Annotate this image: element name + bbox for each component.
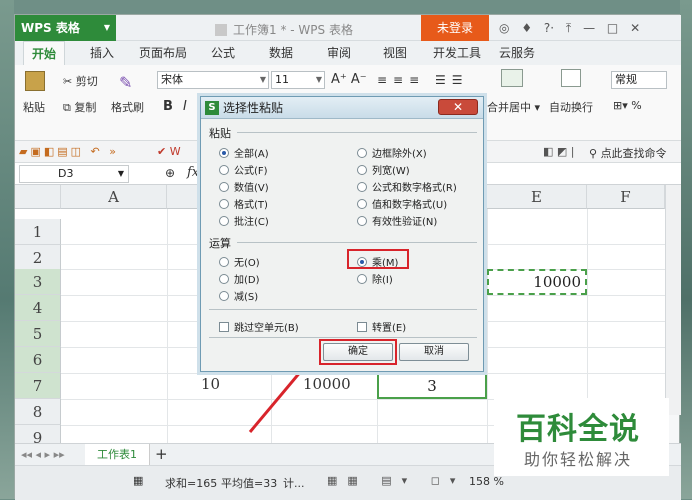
paste-special-dialog: S 选择性粘贴 ✕ 粘贴 全部(A) 公式(F) 数值(V) 格式(T) 批注(…	[200, 96, 484, 372]
paste-validation-option[interactable]: 有效性验证(N)	[357, 213, 437, 228]
divider	[209, 309, 477, 310]
paste-all-except-borders-option[interactable]: 边框除外(X)	[357, 145, 427, 160]
paste-values-option[interactable]: 数值(V)	[219, 179, 269, 194]
divider	[209, 337, 477, 338]
cancel-button[interactable]: 取消	[399, 343, 469, 361]
dialog-title: 选择性粘贴	[223, 101, 284, 115]
watermark-logo: 百科全说 助你轻松解决	[494, 398, 669, 476]
paste-all-option[interactable]: 全部(A)	[219, 145, 269, 160]
highlight-ok	[319, 339, 397, 365]
divider	[237, 242, 477, 243]
dialog-title-bar: S 选择性粘贴 ✕	[201, 97, 483, 119]
watermark-title: 百科全说	[516, 412, 640, 447]
paste-column-widths-option[interactable]: 列宽(W)	[357, 162, 410, 177]
paste-formulas-option[interactable]: 公式(F)	[219, 162, 268, 177]
radio-selected	[219, 148, 229, 158]
skip-blanks-checkbox[interactable]: 跳过空单元(B)	[219, 319, 299, 334]
operation-none-option[interactable]: 无(O)	[219, 254, 260, 269]
operation-add-option[interactable]: 加(D)	[219, 271, 260, 286]
paste-comments-option[interactable]: 批注(C)	[219, 213, 269, 228]
watermark-subtitle: 助你轻松解决	[524, 450, 633, 469]
transpose-checkbox[interactable]: 转置(E)	[357, 319, 406, 334]
paste-group-label: 粘贴	[209, 127, 231, 140]
highlight-multiply	[347, 249, 409, 269]
operation-subtract-option[interactable]: 减(S)	[219, 288, 258, 303]
divider	[237, 132, 477, 133]
wps-sheet-icon: S	[205, 101, 219, 115]
paste-values-number-formats-option[interactable]: 值和数字格式(U)	[357, 196, 447, 211]
paste-formulas-number-formats-option[interactable]: 公式和数字格式(R)	[357, 179, 457, 194]
operation-group-label: 运算	[209, 237, 231, 250]
paste-formats-option[interactable]: 格式(T)	[219, 196, 268, 211]
operation-divide-option[interactable]: 除(I)	[357, 271, 393, 286]
dialog-close-button[interactable]: ✕	[438, 99, 478, 115]
